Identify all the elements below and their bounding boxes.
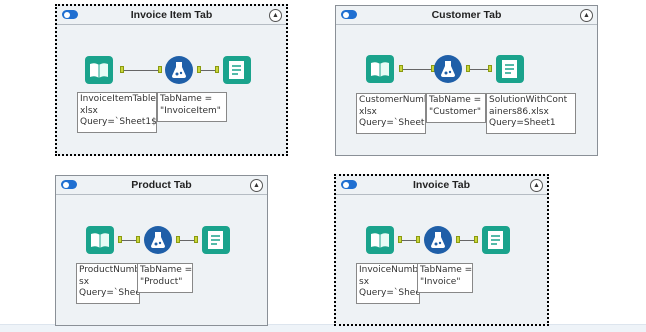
document-lines-icon: [482, 226, 510, 254]
container-header: Product Tab ▲: [56, 176, 267, 195]
chevron-up-icon[interactable]: ▲: [250, 179, 263, 192]
input-tool[interactable]: [86, 226, 114, 254]
book-icon: [86, 226, 114, 254]
formula-tool[interactable]: [165, 56, 193, 84]
formula-annotation: TabName = "InvoiceItem": [157, 92, 227, 122]
book-icon: [85, 56, 113, 84]
container-invoice-tab[interactable]: Invoice Tab ▲ InvoiceNumb sx Query=`Shee…: [334, 174, 549, 326]
connection-wire: [124, 70, 158, 71]
connection-wire: [402, 240, 416, 241]
flask-icon: [434, 55, 462, 83]
output-tool[interactable]: [202, 226, 230, 254]
formula-annotation: TabName = "Product": [137, 263, 193, 293]
chevron-up-icon[interactable]: ▲: [530, 179, 543, 192]
input-annotation: InvoiceNumb sx Query=`Sheet1$`: [356, 263, 420, 304]
connection-wire: [180, 240, 194, 241]
input-tool[interactable]: [366, 55, 394, 83]
container-title: Invoice Tab: [413, 179, 470, 191]
container-title: Product Tab: [131, 179, 192, 191]
input-anchor[interactable]: [136, 236, 140, 243]
input-tool[interactable]: [366, 226, 394, 254]
book-icon: [366, 226, 394, 254]
container-customer-tab[interactable]: Customer Tab ▲ CustomerNumb xlsx Query=`…: [335, 5, 598, 156]
input-anchor[interactable]: [474, 236, 478, 243]
container-invoice-item-tab[interactable]: Invoice Item Tab ▲ InvoiceItemTable. xls…: [55, 4, 288, 156]
connection-wire: [403, 69, 431, 70]
input-anchor[interactable]: [194, 236, 198, 243]
chevron-up-icon[interactable]: ▲: [580, 9, 593, 22]
flask-icon: [144, 226, 172, 254]
input-tool[interactable]: [85, 56, 113, 84]
connection-wire: [460, 240, 474, 241]
chevron-up-icon[interactable]: ▲: [269, 9, 282, 22]
flask-icon: [424, 226, 452, 254]
book-icon: [366, 55, 394, 83]
container-product-tab[interactable]: Product Tab ▲ ProductNumb sx Query=`Shee…: [55, 175, 268, 326]
input-anchor[interactable]: [416, 236, 420, 243]
output-tool[interactable]: [223, 56, 251, 84]
input-anchor[interactable]: [488, 65, 492, 72]
container-title: Customer Tab: [431, 9, 502, 21]
formula-annotation: TabName = "Customer": [426, 93, 486, 123]
formula-tool[interactable]: [434, 55, 462, 83]
output-tool[interactable]: [496, 55, 524, 83]
input-annotation: ProductNumb sx Query=`Sheet1$`: [76, 263, 140, 304]
formula-tool[interactable]: [424, 226, 452, 254]
container-header: Invoice Tab ▲: [336, 176, 547, 195]
connection-wire: [470, 69, 488, 70]
formula-annotation: TabName = "Invoice": [417, 263, 473, 293]
output-tool[interactable]: [482, 226, 510, 254]
input-anchor[interactable]: [215, 66, 219, 73]
document-lines-icon: [496, 55, 524, 83]
formula-tool[interactable]: [144, 226, 172, 254]
connection-wire: [201, 70, 215, 71]
flask-icon: [165, 56, 193, 84]
input-anchor[interactable]: [158, 66, 162, 73]
container-header: Invoice Item Tab ▲: [57, 6, 286, 25]
container-header: Customer Tab ▲: [336, 6, 597, 25]
output-annotation: SolutionWithCont ainers86.xlsx Query=She…: [486, 93, 576, 134]
container-title: Invoice Item Tab: [130, 9, 213, 21]
input-annotation: CustomerNumb xlsx Query=`Sheet1$`: [356, 93, 426, 134]
document-lines-icon: [202, 226, 230, 254]
input-annotation: InvoiceItemTable. xlsx Query=`Sheet1$`: [77, 92, 157, 133]
document-lines-icon: [223, 56, 251, 84]
connection-wire: [122, 240, 136, 241]
